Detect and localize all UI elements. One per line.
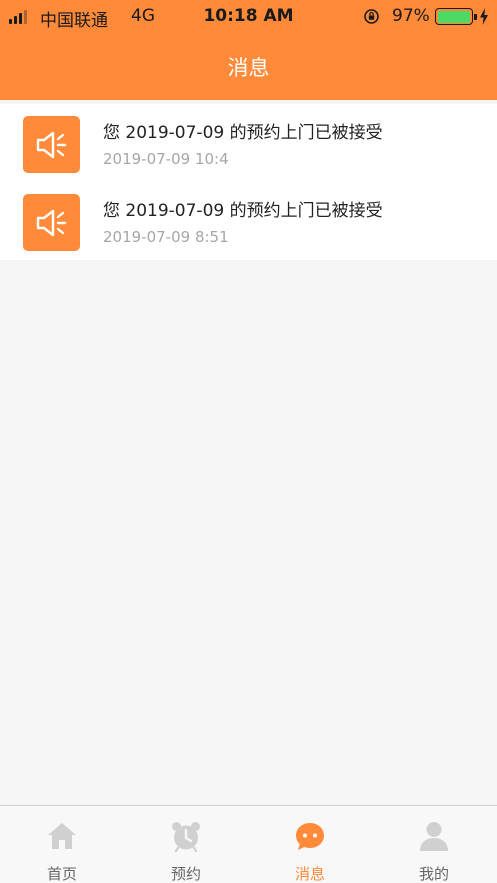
app-header: 中国联通 4G 10:18 AM 97% 消息 (0, 0, 497, 100)
battery-percent: 97% (392, 6, 430, 26)
home-icon (48, 823, 76, 849)
charging-bolt-icon (480, 8, 488, 25)
person-icon (420, 822, 448, 851)
status-bar: 中国联通 4G 10:18 AM 97% (0, 0, 497, 34)
message-item[interactable]: 您 2019-07-09 的预约上门已被接受 2019-07-09 8:51 (0, 182, 497, 260)
bottom-tab-bar: 首页 预约 消息 我的 (0, 805, 497, 883)
speaker-icon (23, 116, 80, 173)
message-title: 您 2019-07-09 的预约上门已被接受 (103, 201, 383, 221)
tab-home[interactable]: 首页 (0, 806, 124, 883)
battery-icon (435, 8, 477, 25)
chat-bubble-icon (296, 823, 324, 850)
alarm-clock-icon (172, 822, 200, 852)
message-list: 您 2019-07-09 的预约上门已被接受 2019-07-09 10:4 您… (0, 104, 497, 260)
tab-label: 我的 (418, 865, 449, 883)
tab-label: 预约 (170, 865, 201, 883)
rotation-lock-icon (364, 9, 379, 24)
tab-booking[interactable]: 预约 (124, 806, 248, 883)
tab-label: 首页 (46, 865, 77, 883)
tab-profile[interactable]: 我的 (372, 806, 496, 883)
speaker-icon (23, 194, 80, 251)
page-title: 消息 (227, 56, 270, 80)
tab-messages[interactable]: 消息 (248, 806, 372, 883)
message-time: 2019-07-09 8:51 (103, 228, 229, 246)
message-time: 2019-07-09 10:4 (103, 150, 229, 168)
battery-fill (437, 10, 470, 23)
tab-label: 消息 (294, 865, 325, 883)
message-title: 您 2019-07-09 的预约上门已被接受 (103, 123, 383, 143)
message-item[interactable]: 您 2019-07-09 的预约上门已被接受 2019-07-09 10:4 (0, 104, 497, 182)
